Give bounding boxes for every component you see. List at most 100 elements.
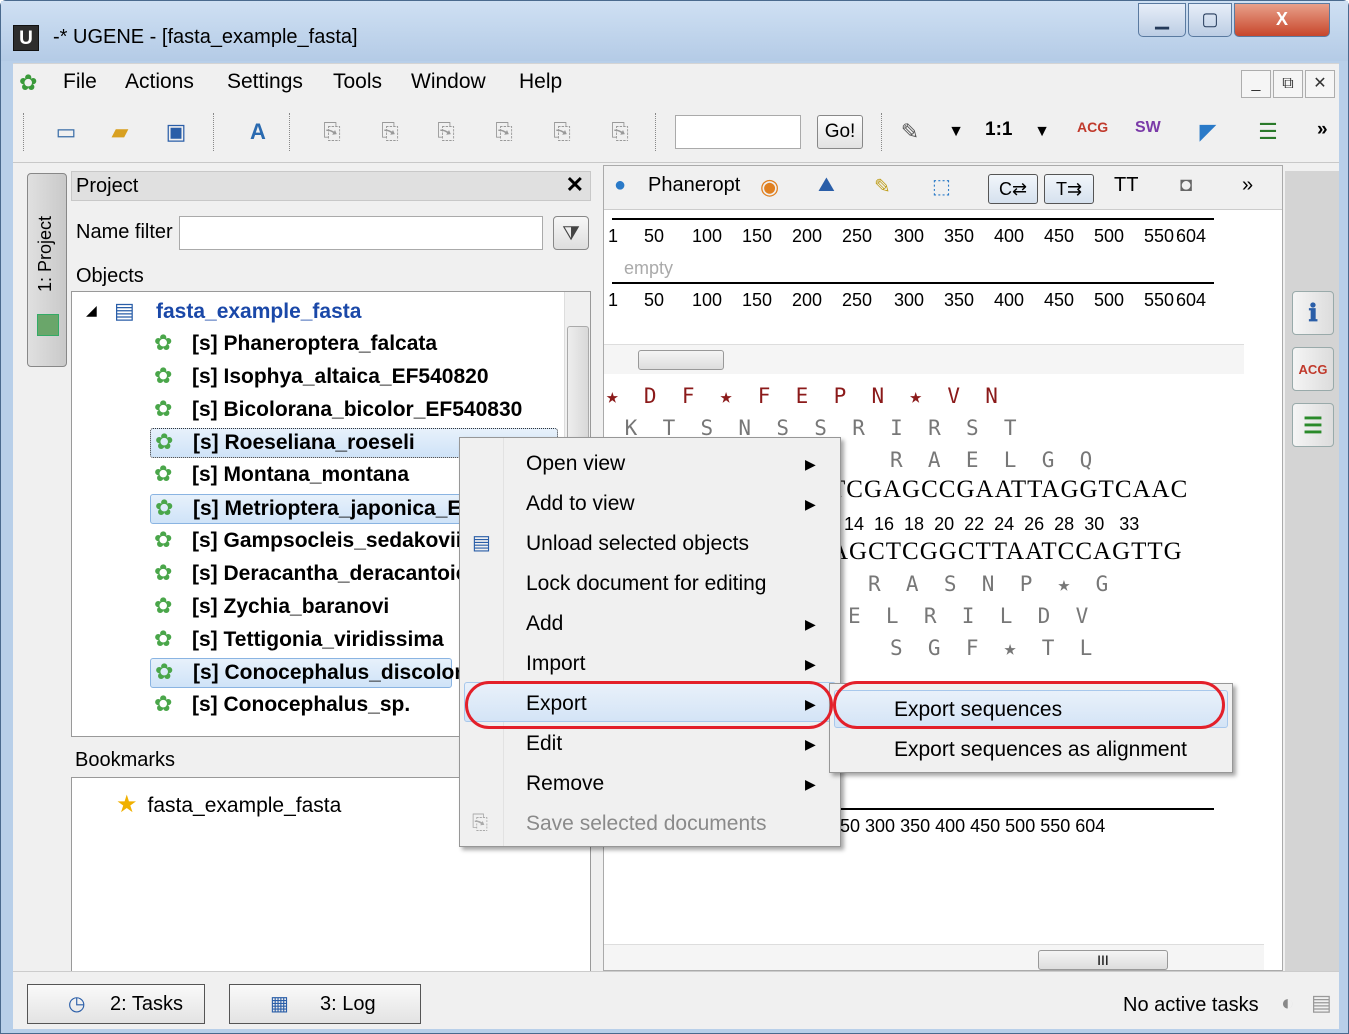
- close-button[interactable]: X: [1234, 3, 1330, 37]
- font-format-icon[interactable]: A: [243, 117, 273, 147]
- menu-save-selected-documents: Save selected documents: [526, 812, 767, 835]
- graphs-icon[interactable]: ⛰: [818, 174, 835, 197]
- status-bar: ◷ 2: Tasks ▦ 3: Log No active tasks ◐ ▤: [13, 971, 1339, 1029]
- project-side-tab[interactable]: 1: Project: [27, 173, 67, 367]
- more-icon[interactable]: »: [1242, 174, 1253, 197]
- tree-item-selected[interactable]: ✿ [s] Metrioptera_japonica_EI: [150, 494, 490, 524]
- tree-item[interactable]: ✿ [s] Isophya_altaica_EF540820: [150, 363, 530, 393]
- dna-reverse-strand[interactable]: AGCTCGGCTTAATCCAGTTG: [830, 538, 1282, 566]
- mdi-close-button[interactable]: ✕: [1305, 70, 1335, 98]
- submenu-arrow-icon: ▶: [805, 656, 816, 672]
- smith-waterman-icon[interactable]: SW: [1135, 119, 1161, 137]
- menu-file[interactable]: File: [63, 70, 97, 94]
- toolbar-more-icon[interactable]: »: [1317, 119, 1328, 141]
- menu-help[interactable]: Help: [519, 70, 562, 94]
- highlight-icon[interactable]: ✎: [874, 174, 891, 199]
- dna-forward-strand[interactable]: TCGAGCCGAATTAGGTCAAC: [830, 476, 1282, 504]
- menu-edit[interactable]: Edit: [526, 732, 562, 756]
- overview-hscrollbar[interactable]: [604, 344, 1244, 374]
- scrollbar-thumb[interactable]: [567, 326, 589, 446]
- name-filter-label: Name filter: [76, 221, 173, 243]
- details-hscrollbar[interactable]: III: [604, 944, 1264, 970]
- mdi-restore-button[interactable]: ⧉: [1273, 70, 1303, 98]
- menu-lock-document[interactable]: Lock document for editing: [526, 572, 766, 596]
- translation-frame-5: E L R I L D V: [848, 604, 1089, 628]
- project-panel-title: Project: [76, 175, 139, 197]
- camera-icon[interactable]: ◘: [1180, 174, 1192, 197]
- sequence-name[interactable]: Phaneropt: [648, 174, 740, 197]
- copy-complement-translation-icon[interactable]: ⎘: [489, 117, 519, 147]
- bookmark-item[interactable]: ★ fasta_example_fasta: [116, 790, 341, 819]
- new-project-icon[interactable]: ▭: [51, 117, 81, 147]
- menu-export[interactable]: Export: [526, 692, 587, 716]
- clock-icon: ◷: [68, 993, 86, 1015]
- close-icon[interactable]: ✕: [566, 172, 584, 198]
- sequence-icon: ✿: [154, 396, 173, 421]
- copy-qualifier-icon[interactable]: ⎘: [605, 117, 635, 147]
- maximize-button[interactable]: ▢: [1188, 3, 1232, 37]
- save-icon[interactable]: ▣: [161, 117, 191, 147]
- submenu-arrow-icon: ▶: [805, 496, 816, 512]
- log-book-icon: ▦: [270, 993, 289, 1015]
- go-button[interactable]: Go!: [817, 115, 863, 149]
- sequence-icon: ✿: [154, 626, 173, 651]
- title-bar[interactable]: U -* UGENE - [fasta_example_fasta] ▁ ▢ X: [1, 1, 1348, 61]
- mdi-minimize-button[interactable]: _: [1241, 70, 1271, 98]
- tree-item-selected[interactable]: ✿ [s] Conocephalus_discolor: [150, 658, 463, 688]
- filter-icon[interactable]: ⧩: [553, 216, 589, 250]
- tree-item[interactable]: ✿ [s] Tettigonia_viridissima: [150, 626, 490, 656]
- annotations-icon[interactable]: ☰: [1253, 117, 1283, 147]
- notification-icon[interactable]: ◐: [1281, 990, 1294, 1016]
- ugene-app-icon: U: [13, 25, 39, 51]
- tree-item[interactable]: ✿ [s] Deracantha_deracantoic: [150, 560, 490, 590]
- submenu-arrow-icon: ▶: [805, 456, 816, 472]
- search-pattern-icon[interactable]: ACG: [1292, 347, 1334, 391]
- tree-item[interactable]: ✿ [s] Bicolorana_bicolor_EF540830: [150, 396, 550, 426]
- show-complement-button[interactable]: C⇄: [988, 174, 1038, 204]
- tree-item[interactable]: ✿ [s] Gampsocleis_sedakovii_: [150, 527, 490, 557]
- name-filter-input[interactable]: [179, 216, 543, 250]
- copy-complement-icon[interactable]: ⎘: [375, 117, 405, 147]
- menu-export-sequences-as-alignment[interactable]: Export sequences as alignment: [894, 738, 1187, 762]
- copy-sequence-icon[interactable]: ⎘: [317, 117, 347, 147]
- menu-export-sequences[interactable]: Export sequences: [894, 698, 1062, 722]
- menu-remove[interactable]: Remove: [526, 772, 604, 796]
- report-icon[interactable]: ▤: [1311, 990, 1332, 1016]
- tasks-tab[interactable]: ◷ 2: Tasks: [27, 984, 205, 1024]
- menu-actions[interactable]: Actions: [125, 70, 194, 94]
- menu-open-view[interactable]: Open view: [526, 452, 625, 476]
- show-translation-button[interactable]: T⇉: [1044, 174, 1094, 204]
- collapse-arrow-icon[interactable]: ◢: [86, 302, 97, 319]
- open-folder-icon[interactable]: ▰: [105, 117, 135, 147]
- menu-import[interactable]: Import: [526, 652, 586, 676]
- tree-item[interactable]: ✿ [s] Conocephalus_sp.: [150, 691, 490, 721]
- menu-add-to-view[interactable]: Add to view: [526, 492, 635, 516]
- sequence-icon: ✿: [154, 461, 173, 486]
- minimize-button[interactable]: ▁: [1138, 3, 1186, 37]
- tree-item[interactable]: ✿ [s] Zychia_baranovi: [150, 593, 490, 623]
- menu-tools[interactable]: Tools: [333, 70, 382, 94]
- zoom-to-range-icon[interactable]: ✎: [895, 117, 925, 147]
- find-pattern-icon[interactable]: ACG: [1077, 119, 1108, 135]
- menu-unload-selected-objects[interactable]: Unload selected objects: [526, 532, 749, 556]
- chevron-down-icon[interactable]: ▼: [1027, 117, 1057, 147]
- circular-view-icon[interactable]: ◉: [760, 174, 779, 200]
- menu-settings[interactable]: Settings: [227, 70, 303, 94]
- menu-window[interactable]: Window: [411, 70, 486, 94]
- position-input[interactable]: [675, 115, 801, 149]
- tree-item[interactable]: ✿ [s] Phaneroptera_falcata: [150, 330, 530, 360]
- select-range-icon[interactable]: ⬚: [932, 174, 951, 199]
- blast-search-icon[interactable]: ◤: [1193, 117, 1223, 147]
- chevron-down-icon[interactable]: ▼: [941, 117, 971, 147]
- copy-annotation-icon[interactable]: ⎘: [547, 117, 577, 147]
- translation-frame-1: ★ D F ★ F E P N ★ V N: [606, 384, 998, 408]
- translation-mode-icon[interactable]: TT: [1114, 174, 1138, 197]
- copy-translation-icon[interactable]: ⎘: [431, 117, 461, 147]
- scrollbar-thumb[interactable]: III: [1038, 950, 1168, 970]
- menu-add[interactable]: Add: [526, 612, 563, 636]
- annotations-highlight-icon[interactable]: ☰: [1292, 403, 1334, 447]
- log-tab[interactable]: ▦ 3: Log: [229, 984, 421, 1024]
- info-icon[interactable]: ℹ: [1292, 291, 1334, 335]
- scrollbar-thumb[interactable]: [638, 350, 724, 370]
- zoom-level-label[interactable]: 1:1: [985, 119, 1012, 141]
